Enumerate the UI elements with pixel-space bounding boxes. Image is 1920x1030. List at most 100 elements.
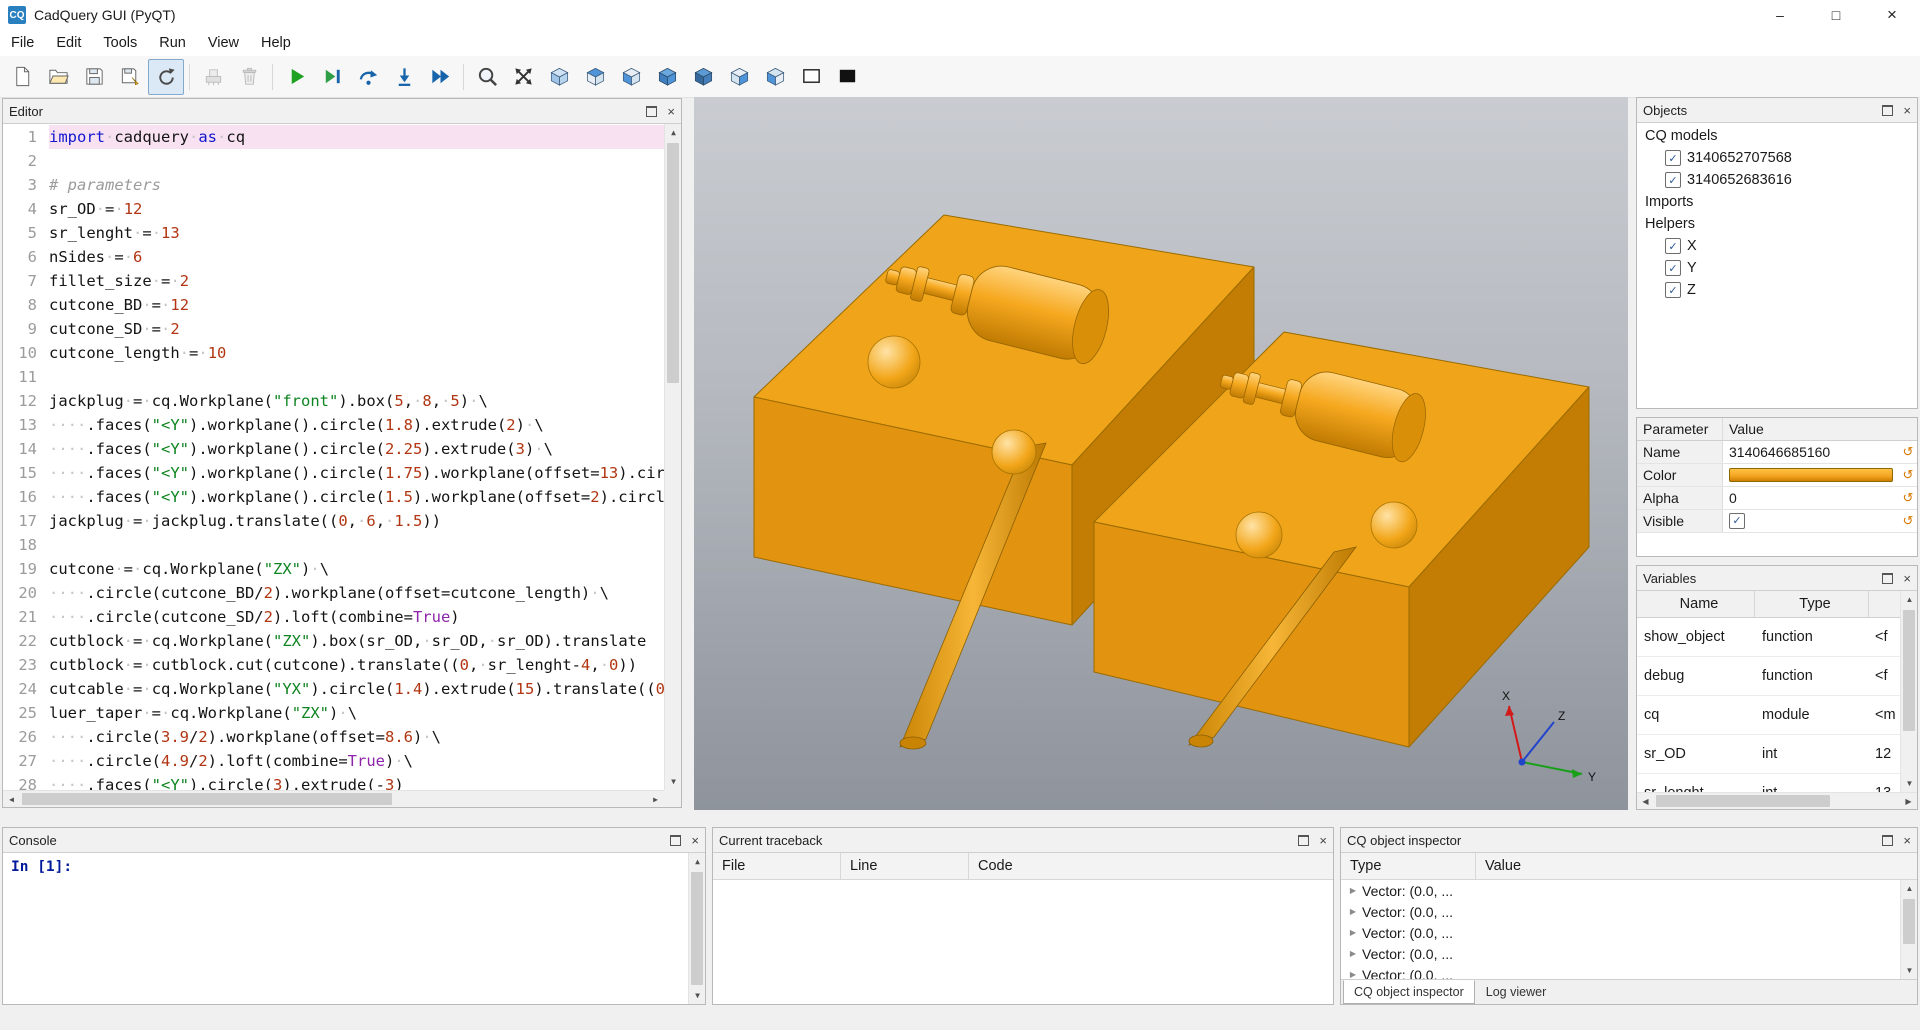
float-panel-icon[interactable] (1882, 105, 1893, 116)
code-line[interactable]: 21····.circle(cutcone_SD/2).loft(combine… (3, 605, 664, 629)
clean-console-button[interactable] (195, 59, 231, 95)
reset-icon[interactable]: ↺ (1899, 441, 1917, 463)
left-view-button[interactable] (721, 59, 757, 95)
console-input-area[interactable]: In [1]: ▲ ▼ (3, 853, 705, 1004)
checkbox[interactable]: ✓ (1665, 282, 1681, 298)
expand-arrow-icon[interactable]: ▶ (1347, 907, 1359, 916)
variable-row[interactable]: sr_ODint12 (1637, 735, 1900, 774)
code-line[interactable]: 25luer_taper·=·cq.Workplane("ZX")·\ (3, 701, 664, 725)
front-view-button[interactable] (649, 59, 685, 95)
code-line[interactable]: 13····.faces("<Y").workplane().circle(1.… (3, 413, 664, 437)
tab-log-viewer[interactable]: Log viewer (1475, 980, 1557, 1004)
float-panel-icon[interactable] (670, 835, 681, 846)
scroll-down-icon[interactable]: ▼ (1901, 775, 1917, 792)
zoom-fit-button[interactable] (469, 59, 505, 95)
code-line[interactable]: 20····.circle(cutcone_BD/2).workplane(of… (3, 581, 664, 605)
variable-row[interactable]: debugfunction<f (1637, 657, 1900, 696)
inspector-row[interactable]: ▶Vector: (0.0, ... (1341, 880, 1900, 901)
code-line[interactable]: 27····.circle(4.9/2).loft(combine=True)·… (3, 749, 664, 773)
editor-horizontal-scrollbar[interactable]: ◀ ▶ (3, 790, 664, 807)
editor-vertical-scrollbar[interactable]: ▲ ▼ (664, 124, 681, 790)
code-editor[interactable]: 1import·cadquery·as·cq23# parameters4sr_… (3, 124, 681, 807)
property-value[interactable]: 0 (1723, 487, 1899, 509)
debug-button[interactable] (314, 59, 350, 95)
scroll-up-icon[interactable]: ▲ (689, 853, 706, 870)
expand-arrow-icon[interactable]: ▶ (1347, 970, 1359, 979)
inspector-vertical-scrollbar[interactable]: ▲ ▼ (1900, 880, 1917, 979)
console-vertical-scrollbar[interactable]: ▲ ▼ (688, 853, 705, 1004)
code-line[interactable]: 6nSides·=·6 (3, 245, 664, 269)
save-button[interactable] (76, 59, 112, 95)
code-line[interactable]: 5sr_lenght·=·13 (3, 221, 664, 245)
code-line[interactable]: 14····.faces("<Y").workplane().circle(2.… (3, 437, 664, 461)
expand-arrow-icon[interactable]: ▶ (1347, 949, 1359, 958)
checkbox[interactable]: ✓ (1665, 172, 1681, 188)
variable-row[interactable]: sr_lenghtint13 (1637, 774, 1900, 792)
code-line[interactable]: 26····.circle(3.9/2).workplane(offset=8.… (3, 725, 664, 749)
variable-row[interactable]: cqmodule<m (1637, 696, 1900, 735)
bottom-view-button[interactable] (613, 59, 649, 95)
close-panel-icon[interactable]: × (667, 105, 675, 118)
checkbox[interactable]: ✓ (1665, 238, 1681, 254)
close-button[interactable]: × (1864, 0, 1920, 30)
property-value[interactable]: 3140646685160 (1723, 441, 1899, 463)
property-value[interactable]: ✓ (1723, 510, 1899, 532)
float-panel-icon[interactable] (1298, 835, 1309, 846)
render-button[interactable] (278, 59, 314, 95)
scroll-down-icon[interactable]: ▼ (689, 987, 706, 1004)
autoreload-toggle[interactable] (148, 59, 184, 95)
scroll-up-icon[interactable]: ▲ (1901, 591, 1917, 608)
close-panel-icon[interactable]: × (1319, 834, 1327, 847)
code-line[interactable]: 19cutcone·=·cq.Workplane("ZX")·\ (3, 557, 664, 581)
tree-item[interactable]: Helpers (1637, 213, 1917, 235)
code-line[interactable]: 16····.faces("<Y").workplane().circle(1.… (3, 485, 664, 509)
tree-item[interactable]: ✓Y (1637, 257, 1917, 279)
scroll-up-icon[interactable]: ▲ (1901, 880, 1917, 897)
code-line[interactable]: 18 (3, 533, 664, 557)
tab-cq-object-inspector[interactable]: CQ object inspector (1343, 980, 1475, 1004)
tree-item[interactable]: Imports (1637, 191, 1917, 213)
scroll-down-icon[interactable]: ▼ (1901, 962, 1917, 979)
menu-view[interactable]: View (197, 35, 250, 51)
variables-horizontal-scrollbar[interactable]: ◀ ▶ (1637, 792, 1917, 809)
menu-edit[interactable]: Edit (45, 35, 92, 51)
close-panel-icon[interactable]: × (691, 834, 699, 847)
code-line[interactable]: 7fillet_size·=·2 (3, 269, 664, 293)
tree-item[interactable]: ✓Z (1637, 279, 1917, 301)
checkbox[interactable]: ✓ (1665, 260, 1681, 276)
float-panel-icon[interactable] (1882, 835, 1893, 846)
variable-row[interactable]: show_objectfunction<f (1637, 618, 1900, 657)
open-file-button[interactable] (40, 59, 76, 95)
reset-icon[interactable]: ↺ (1899, 464, 1917, 486)
menu-tools[interactable]: Tools (92, 35, 148, 51)
code-line[interactable]: 23cutblock·=·cutblock.cut(cutcone).trans… (3, 653, 664, 677)
inspector-row[interactable]: ▶Vector: (0.0, ... (1341, 922, 1900, 943)
variables-vertical-scrollbar[interactable]: ▲ ▼ (1900, 591, 1917, 792)
float-panel-icon[interactable] (646, 106, 657, 117)
delete-button[interactable] (231, 59, 267, 95)
reset-icon[interactable]: ↺ (1899, 487, 1917, 509)
reset-icon[interactable]: ↺ (1899, 510, 1917, 532)
close-panel-icon[interactable]: × (1903, 572, 1911, 585)
code-line[interactable]: 12jackplug·=·cq.Workplane("front").box(5… (3, 389, 664, 413)
expand-arrow-icon[interactable]: ▶ (1347, 928, 1359, 937)
minimize-button[interactable]: – (1752, 0, 1808, 30)
top-view-button[interactable] (577, 59, 613, 95)
code-line[interactable]: 22cutblock·=·cq.Workplane("ZX").box(sr_O… (3, 629, 664, 653)
menu-run[interactable]: Run (148, 35, 197, 51)
property-value[interactable] (1723, 464, 1899, 486)
back-view-button[interactable] (685, 59, 721, 95)
tree-item[interactable]: ✓X (1637, 235, 1917, 257)
close-panel-icon[interactable]: × (1903, 104, 1911, 117)
step-button[interactable] (350, 59, 386, 95)
menu-help[interactable]: Help (250, 35, 302, 51)
continue-button[interactable] (422, 59, 458, 95)
inspector-row[interactable]: ▶Vector: (0.0, ... (1341, 943, 1900, 964)
scroll-up-icon[interactable]: ▲ (665, 124, 681, 141)
close-panel-icon[interactable]: × (1903, 834, 1911, 847)
iso-view-button[interactable] (541, 59, 577, 95)
code-line[interactable]: 1import·cadquery·as·cq (3, 125, 664, 149)
save-as-button[interactable] (112, 59, 148, 95)
float-panel-icon[interactable] (1882, 573, 1893, 584)
code-line[interactable]: 8cutcone_BD·=·12 (3, 293, 664, 317)
